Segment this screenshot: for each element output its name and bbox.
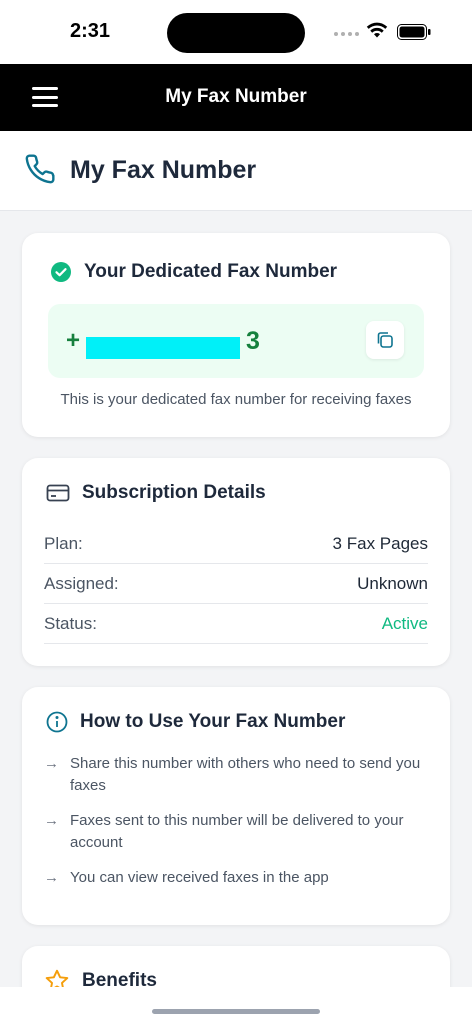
how-to-card: How to Use Your Fax Number → Share this … bbox=[22, 687, 450, 925]
assigned-label: Assigned: bbox=[44, 573, 119, 593]
fax-card-header: Your Dedicated Fax Number bbox=[50, 261, 337, 283]
plan-value: 3 Fax Pages bbox=[332, 533, 428, 553]
benefits-header: Benefits bbox=[44, 968, 157, 987]
star-icon bbox=[45, 969, 69, 987]
copy-icon bbox=[377, 332, 393, 348]
subscription-title: Subscription Details bbox=[82, 482, 266, 503]
dynamic-island bbox=[167, 13, 305, 53]
detail-row-assigned: Assigned: Unknown bbox=[44, 564, 428, 604]
status-time: 2:31 bbox=[70, 20, 111, 42]
copy-button[interactable] bbox=[366, 321, 404, 359]
fax-number-card: Your Dedicated Fax Number + 3 This is yo… bbox=[22, 233, 450, 437]
subscription-header: Subscription Details bbox=[46, 482, 266, 504]
status-badge: Active bbox=[381, 613, 428, 633]
detail-row-status: Status: Active bbox=[44, 604, 428, 644]
how-to-item-text: Share this number with others who need t… bbox=[70, 755, 421, 794]
how-to-item-text: Faxes sent to this number will be delive… bbox=[70, 812, 404, 851]
info-icon bbox=[46, 711, 68, 733]
app-bar: My Fax Number bbox=[0, 64, 472, 131]
status-bar: 2:31 bbox=[0, 0, 472, 64]
battery-icon bbox=[397, 24, 431, 40]
fax-number-prefix: + bbox=[66, 327, 81, 354]
fax-number-caption: This is your dedicated fax number for re… bbox=[60, 391, 412, 408]
signal-icon bbox=[334, 32, 359, 36]
home-indicator[interactable] bbox=[152, 1009, 320, 1014]
fax-number-box: + 3 bbox=[48, 304, 424, 378]
redacted-number bbox=[86, 337, 240, 359]
credit-card-icon bbox=[46, 484, 70, 502]
benefits-title: Benefits bbox=[82, 970, 157, 987]
content-area[interactable]: Your Dedicated Fax Number + 3 This is yo… bbox=[0, 211, 472, 987]
page-title: My Fax Number bbox=[70, 156, 257, 184]
phone-icon bbox=[25, 154, 55, 184]
benefits-card: Benefits bbox=[22, 946, 450, 987]
check-circle-icon bbox=[51, 262, 71, 282]
wifi-icon bbox=[366, 22, 388, 38]
status-label: Status: bbox=[44, 613, 97, 633]
page-header: My Fax Number bbox=[0, 131, 472, 211]
list-item: → You can view received faxes in the app bbox=[44, 867, 434, 889]
assigned-value: Unknown bbox=[357, 573, 428, 593]
how-to-header: How to Use Your Fax Number bbox=[46, 711, 345, 733]
arrow-right-icon: → bbox=[44, 755, 59, 772]
subscription-card: Subscription Details Plan: 3 Fax Pages A… bbox=[22, 458, 450, 666]
app-bar-title: My Fax Number bbox=[165, 86, 307, 107]
how-to-item-text: You can view received faxes in the app bbox=[70, 869, 329, 886]
detail-row-plan: Plan: 3 Fax Pages bbox=[44, 524, 428, 564]
plan-label: Plan: bbox=[44, 533, 83, 553]
fax-number-suffix: 3 bbox=[246, 327, 260, 355]
arrow-right-icon: → bbox=[44, 812, 59, 829]
arrow-right-icon: → bbox=[44, 869, 59, 886]
fax-card-title: Your Dedicated Fax Number bbox=[84, 261, 338, 282]
bottom-bar bbox=[0, 987, 472, 1024]
list-item: → Faxes sent to this number will be deli… bbox=[44, 810, 434, 854]
list-item: → Share this number with others who need… bbox=[44, 753, 434, 797]
how-to-title: How to Use Your Fax Number bbox=[80, 711, 346, 732]
